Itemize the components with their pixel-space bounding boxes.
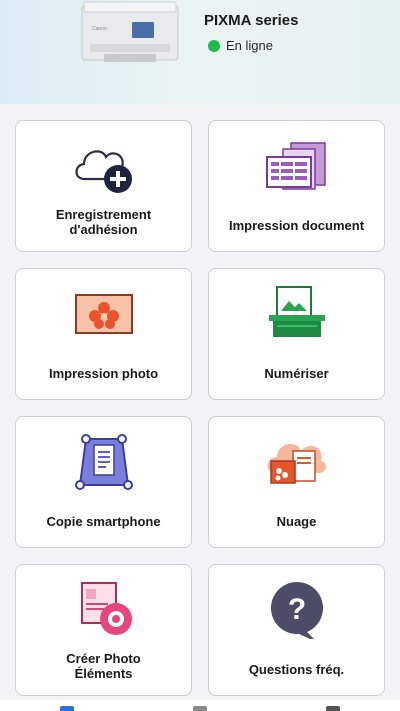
- online-status-icon: [208, 39, 220, 52]
- tile-document-print[interactable]: Impression document: [208, 120, 385, 252]
- home-icon[interactable]: [59, 706, 74, 711]
- printer-name: PIXMA series: [204, 12, 299, 29]
- status-text: En ligne: [226, 38, 273, 53]
- tile-photo-print[interactable]: Impression photo: [15, 268, 192, 400]
- status-indicator: En ligne: [208, 38, 273, 53]
- menu-icon[interactable]: [326, 706, 341, 711]
- tile-cloud[interactable]: Nuage: [208, 416, 385, 548]
- tile-membership-registration[interactable]: Enregistrement d'adhésion: [15, 120, 192, 252]
- tile-label: Numériser: [264, 366, 329, 381]
- app-header: Canon PIXMA series En ligne: [0, 0, 400, 104]
- info-icon[interactable]: [192, 706, 207, 711]
- printer-image[interactable]: Canon: [80, 0, 180, 66]
- tile-label: Créer Photo Éléments: [66, 651, 141, 681]
- tile-label: Impression photo: [48, 366, 159, 381]
- cloud-plus-icon: [74, 150, 132, 193]
- bottom-navigation: [0, 700, 400, 711]
- cloud-icon: [267, 443, 326, 484]
- svg-text:?: ?: [287, 593, 305, 626]
- photo-elements-icon: [80, 582, 132, 635]
- document-print-icon: [265, 142, 326, 190]
- faq-icon: ?: [270, 582, 323, 639]
- tile-label: Impression document: [228, 218, 365, 233]
- tile-create-photo-elements[interactable]: Créer Photo Éléments: [15, 564, 192, 696]
- tile-smartphone-copy[interactable]: Copie smartphone: [15, 416, 192, 548]
- smartphone-copy-icon: [74, 434, 133, 490]
- tile-scan[interactable]: Numériser: [208, 268, 385, 400]
- svg-text:Canon: Canon: [92, 26, 107, 32]
- tile-label: Copie smartphone: [46, 514, 161, 529]
- scan-icon: [268, 286, 325, 337]
- tile-faq[interactable]: ? Questions fréq.: [208, 564, 385, 696]
- tile-label: Enregistrement d'adhésion: [55, 207, 152, 237]
- function-grid: Enregistrement d'adhésion Impression doc…: [15, 120, 385, 696]
- tile-label: Nuage: [276, 514, 317, 529]
- photo-print-icon: [74, 294, 133, 334]
- tile-label: Questions fréq.: [248, 662, 345, 677]
